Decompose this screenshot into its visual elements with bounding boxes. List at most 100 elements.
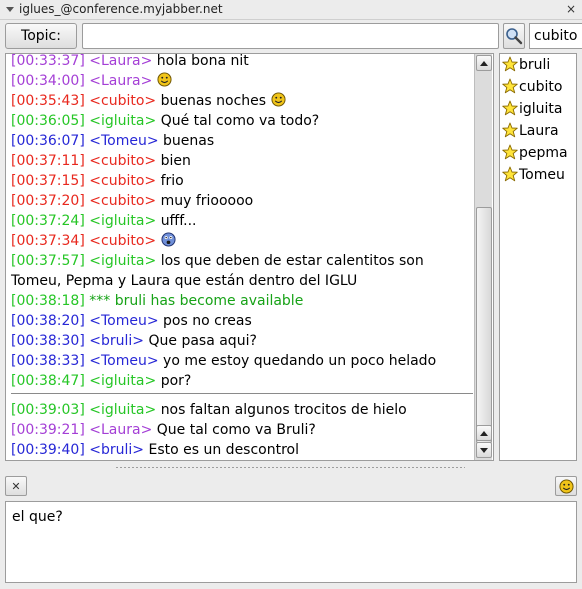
smiley-icon [157, 72, 172, 89]
participants-list[interactable]: bruli cubito igluita Laura pepma Tomeu [499, 53, 577, 461]
message-nick: <igluita> [89, 402, 161, 418]
message-text: buenas noches [160, 93, 271, 109]
close-icon[interactable]: × [566, 2, 576, 16]
message-timestamp: [00:35:43] [11, 93, 90, 109]
search-icon [506, 28, 523, 45]
collapse-arrow-icon[interactable] [6, 7, 14, 12]
topic-input[interactable] [82, 23, 499, 49]
message-text: bien [160, 153, 191, 169]
message-text: por? [160, 373, 192, 389]
chat-message: [00:37:34] <cubito> [11, 231, 476, 251]
scroll-down-button[interactable] [476, 442, 492, 458]
message-text: Qué tal como va todo? [160, 113, 320, 129]
scroll-up-button-lower[interactable] [476, 425, 492, 441]
participant-pepma[interactable]: pepma [500, 142, 576, 164]
message-timestamp: [00:38:20] [11, 313, 90, 329]
message-nick: <Tomeu> [89, 353, 164, 369]
message-nick: <cubito> [89, 173, 161, 189]
participant-name: pepma [519, 145, 568, 161]
chat-message: [00:34:00] <Laura> [11, 71, 476, 91]
participant-bruli[interactable]: bruli [500, 54, 576, 76]
emoticon-button[interactable] [555, 476, 577, 496]
message-timestamp: [00:37:57] [11, 253, 90, 269]
message-text: Que pasa aqui? [148, 333, 257, 349]
search-button[interactable] [503, 23, 525, 49]
message-text: frio [160, 173, 184, 189]
message-input[interactable]: el que? [5, 501, 577, 583]
message-timestamp: [00:39:40] [11, 442, 90, 458]
chat-message: [00:38:47] <igluita> por? [11, 371, 476, 391]
chat-message: [00:38:30] <bruli> Que pasa aqui? [11, 331, 476, 351]
topic-button[interactable]: Topic: [5, 23, 77, 49]
chat-message: [00:36:05] <igluita> Qué tal como va tod… [11, 111, 476, 131]
message-timestamp: [00:38:18] [11, 293, 90, 309]
message-text: yo me estoy quedando un poco helado [163, 353, 437, 369]
chat-message: [00:39:21] <Laura> Que tal como va Bruli… [11, 420, 476, 440]
message-nick: <Tomeu> [89, 133, 164, 149]
arrow-down-icon [480, 447, 488, 453]
unread-separator [11, 393, 473, 394]
message-nick: <cubito> [89, 93, 161, 109]
chat-message: [00:39:40] <bruli> Esto es un descontrol [11, 440, 476, 460]
message-nick: <Laura> [89, 73, 157, 89]
message-nick: <Tomeu> [89, 313, 164, 329]
smiley-icon [558, 478, 574, 494]
message-timestamp: [00:33:37] [11, 53, 90, 69]
message-timestamp: [00:38:30] [11, 333, 90, 349]
message-timestamp: [00:36:07] [11, 133, 90, 149]
participant-tomeu[interactable]: Tomeu [500, 164, 576, 186]
chat-message: [00:38:20] <Tomeu> pos no creas [11, 311, 476, 331]
pane-resize-grip[interactable] [115, 466, 465, 469]
chat-message: [00:38:33] <Tomeu> yo me estoy quedando … [11, 351, 476, 371]
chat-message: [00:37:11] <cubito> bien [11, 151, 476, 171]
participant-igluita[interactable]: igluita [500, 98, 576, 120]
message-nick: <Laura> [89, 53, 157, 69]
star-icon [502, 100, 519, 117]
chat-log[interactable]: [00:33:37] <Laura> hola bona nit [00:34:0… [5, 53, 494, 461]
message-timestamp: [00:38:33] [11, 353, 90, 369]
message-nick: <igluita> [89, 373, 161, 389]
participant-name: bruli [519, 57, 551, 73]
arrow-up-icon [480, 60, 488, 66]
system-message: *** bruli has become available [89, 293, 304, 309]
star-icon [502, 144, 519, 161]
chat-message: [00:37:15] <cubito> frio [11, 171, 476, 191]
message-nick: <bruli> [89, 333, 149, 349]
message-timestamp: [00:37:20] [11, 193, 90, 209]
participant-name: cubito [519, 79, 563, 95]
message-timestamp: [00:36:05] [11, 113, 90, 129]
shocked-emoticon-icon [161, 232, 176, 249]
chat-scrollbar[interactable] [474, 54, 492, 460]
message-timestamp: [00:34:00] [11, 73, 90, 89]
message-nick: <bruli> [89, 442, 149, 458]
star-icon [502, 56, 519, 73]
scrollbar-thumb[interactable] [476, 207, 492, 443]
chat-message: [00:38:18] *** bruli has become availabl… [11, 291, 476, 311]
chat-message: [00:36:07] <Tomeu> buenas [11, 131, 476, 151]
message-timestamp: [00:37:15] [11, 173, 90, 189]
message-nick: <cubito> [89, 233, 161, 249]
message-text: ufff... [160, 213, 197, 229]
nickname-field[interactable]: cubito [529, 23, 582, 49]
message-text: buenas [163, 133, 215, 149]
message-nick: <cubito> [89, 153, 161, 169]
message-text: pos no creas [163, 313, 252, 329]
message-timestamp: [00:39:03] [11, 402, 90, 418]
message-text: Esto es un descontrol [148, 442, 300, 458]
participant-cubito[interactable]: cubito [500, 76, 576, 98]
chat-log-content: [00:33:37] <Laura> hola bona nit [00:34:0… [11, 53, 476, 460]
message-text: Que tal como va Bruli? [156, 422, 316, 438]
chat-message: [00:33:37] <Laura> hola bona nit [11, 53, 476, 71]
window-titlebar: iglues_@conference.myjabber.net × [0, 0, 582, 20]
message-nick: <igluita> [89, 113, 161, 129]
star-icon [502, 122, 519, 139]
participant-laura[interactable]: Laura [500, 120, 576, 142]
chat-message: [00:39:03] <igluita> nos faltan algunos … [11, 400, 476, 420]
chat-message: [00:37:20] <cubito> muy friooooo [11, 191, 476, 211]
message-timestamp: [00:38:47] [11, 373, 90, 389]
participant-name: Tomeu [519, 167, 565, 183]
clear-button[interactable]: ✕ [5, 476, 27, 496]
smiley-icon [270, 92, 286, 109]
message-timestamp: [00:37:11] [11, 153, 90, 169]
scroll-up-button[interactable] [476, 55, 492, 71]
